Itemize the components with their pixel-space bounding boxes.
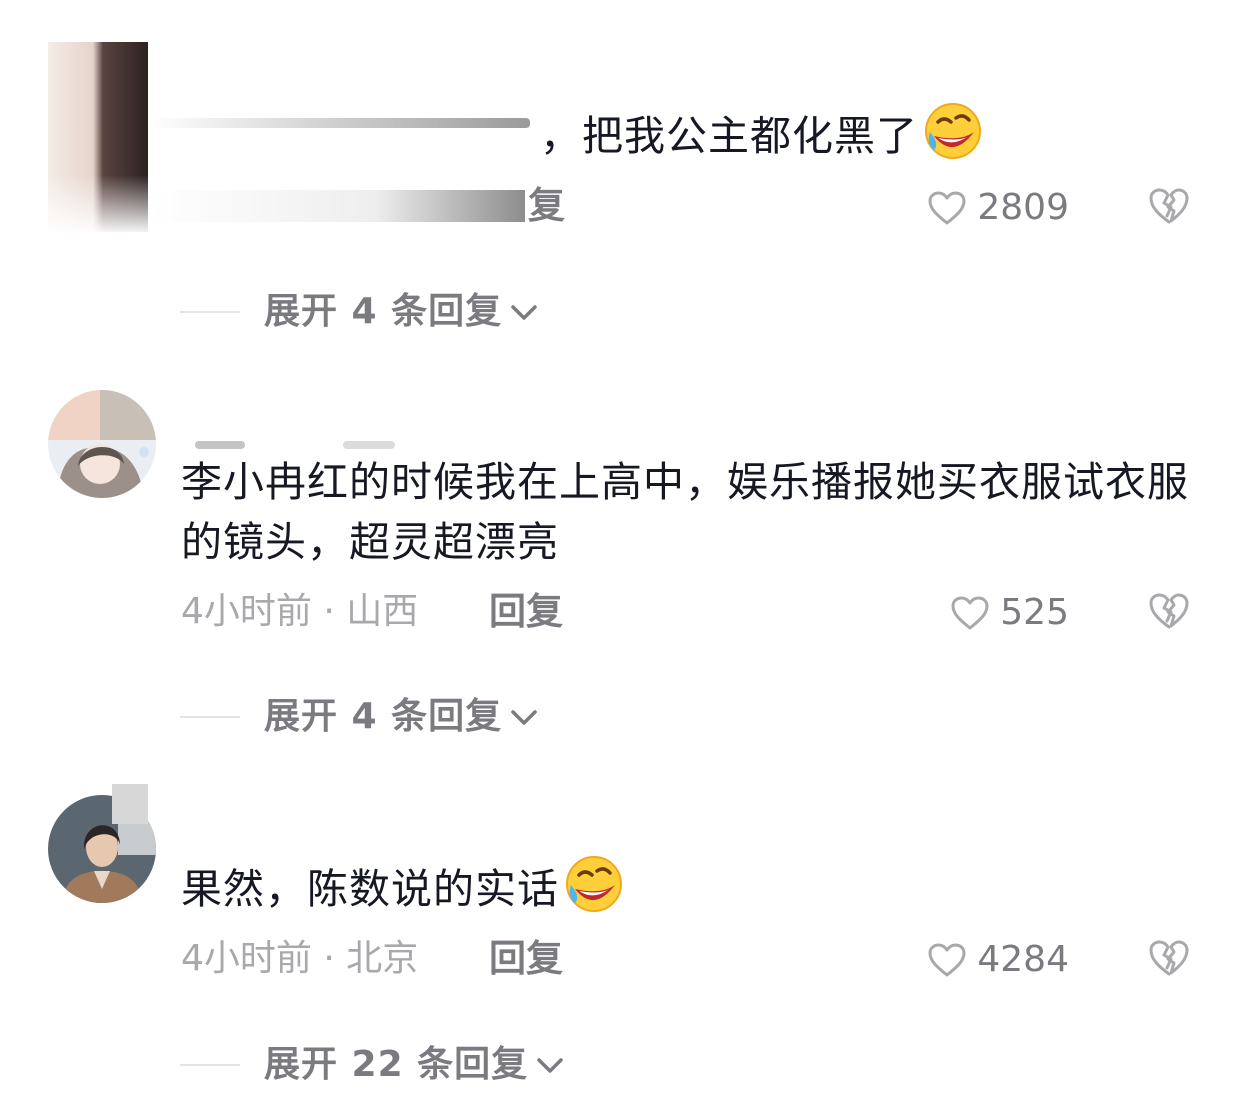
comment-text: ，把我公主都化黑了 — [540, 102, 1140, 176]
comment-time-location: 4小时前 · 山西 — [181, 591, 419, 632]
comment-item: ，把我公主都化黑了 复 2809 展开 4 条回复 — [0, 0, 1241, 360]
comment-text: 李小冉红的时候我在上高中，娱乐播报她买衣服试衣服的镜头，超灵超漂亮 — [181, 458, 1189, 566]
rofl-emoji-icon — [924, 102, 982, 176]
comment-text: 果然，陈数说的实话 — [181, 855, 1191, 929]
comment-time-location: 4小时前 · 北京 — [181, 938, 419, 979]
heart-icon — [927, 190, 967, 226]
comment-item: 李小冉红的时候我在上高中，娱乐播报她买衣服试衣服的镜头，超灵超漂亮 4小时前 ·… — [0, 385, 1241, 765]
divider-line — [180, 716, 240, 718]
rofl-emoji-icon — [565, 855, 623, 929]
expand-replies-label: 展开 4 条回复 — [264, 291, 503, 332]
blurred-username — [112, 784, 148, 824]
like-count: 2809 — [977, 187, 1069, 228]
reply-button[interactable]: 回复 — [489, 590, 563, 634]
expand-replies[interactable]: 展开 22 条回复 — [180, 1043, 566, 1087]
broken-heart-icon — [1147, 188, 1191, 230]
divider-line — [180, 1064, 240, 1066]
heart-icon — [950, 595, 990, 631]
comment-item: 果然，陈数说的实话 4小时前 · 北京 回复 4284 展开 22 条回复 — [0, 780, 1241, 1097]
chevron-down-icon — [528, 1049, 566, 1081]
broken-heart-icon — [1147, 593, 1191, 635]
like-button[interactable]: 2809 — [927, 186, 1069, 230]
heart-icon — [927, 942, 967, 978]
comment-text-content: ，把我公主都化黑了 — [540, 112, 918, 160]
chevron-down-icon — [502, 701, 540, 733]
reply-button[interactable]: 复 — [528, 184, 565, 228]
expand-replies[interactable]: 展开 4 条回复 — [180, 290, 540, 334]
like-count: 525 — [1000, 592, 1069, 633]
dislike-button[interactable] — [1147, 186, 1191, 230]
avatar[interactable] — [48, 42, 148, 232]
expand-replies[interactable]: 展开 4 条回复 — [180, 695, 540, 739]
broken-heart-icon — [1147, 940, 1191, 982]
reply-button[interactable]: 回复 — [489, 937, 563, 981]
like-count: 4284 — [977, 939, 1069, 980]
blurred-username — [150, 118, 530, 128]
blurred-username — [195, 441, 245, 449]
avatar[interactable] — [48, 390, 156, 498]
divider-line — [180, 311, 240, 313]
chevron-down-icon — [502, 296, 540, 328]
dislike-button[interactable] — [1147, 938, 1191, 982]
blurred-meta — [150, 190, 525, 222]
expand-replies-label: 展开 22 条回复 — [264, 1044, 529, 1085]
like-button[interactable]: 4284 — [927, 938, 1069, 982]
like-button[interactable]: 525 — [950, 591, 1069, 635]
comment-text-content: 果然，陈数说的实话 — [181, 865, 559, 913]
expand-replies-label: 展开 4 条回复 — [264, 696, 503, 737]
blurred-username — [343, 441, 395, 449]
dislike-button[interactable] — [1147, 591, 1191, 635]
